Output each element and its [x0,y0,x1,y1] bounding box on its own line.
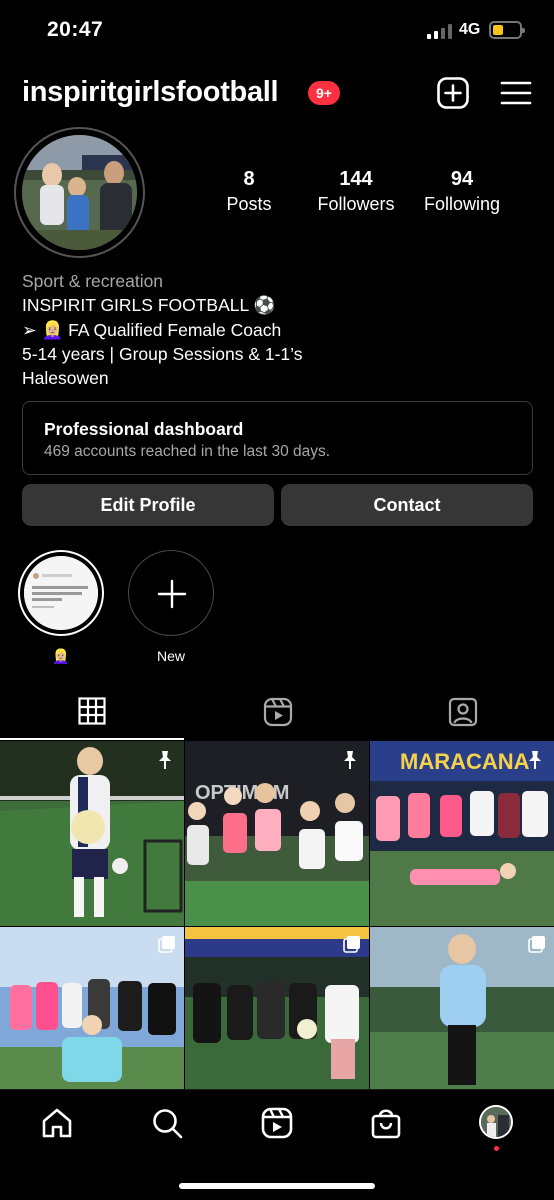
dashboard-title: Professional dashboard [44,419,244,439]
post-thumbnail[interactable] [0,741,184,926]
bio-location[interactable]: Halesowen [22,366,302,390]
shop-icon[interactable] [369,1106,403,1140]
post-thumbnail[interactable]: OPTIMUM [185,741,369,926]
profile-avatar-ring[interactable] [14,127,145,258]
posts-grid: OPTIMUM MARACANA [0,741,554,1089]
profile-tabs [0,688,554,740]
followers-label: Followers [317,194,395,214]
bio-line: 5-14 years | Group Sessions & 1-1’s [22,343,303,364]
reels-icon[interactable] [260,1106,294,1140]
highlight-label: 👱🏼‍♀️ [52,648,70,664]
post-thumbnail[interactable] [0,927,184,1112]
plus-icon [157,579,187,609]
posts-count: 8 [243,168,255,190]
bio-line: ➢ 👱🏼‍♀️ FA Qualified Female Coach [22,319,282,340]
posts-stat[interactable]: 8 Posts [224,168,274,215]
status-time: 20:47 [47,18,104,41]
multiple-images-icon [528,935,546,953]
pinned-icon [344,751,356,769]
grid-icon [78,697,106,725]
multiple-images-icon [158,935,176,953]
pinned-icon [159,751,171,769]
tagged-icon [448,697,478,727]
home-icon[interactable] [40,1106,74,1140]
contact-button[interactable]: Contact [281,484,533,526]
profile-bio: Sport & recreation INSPIRIT GIRLS FOOTBA… [22,269,302,390]
post-thumbnail[interactable] [370,927,554,1112]
username[interactable]: inspiritgirlsfootball [22,76,279,109]
professional-dashboard-card[interactable]: Professional dashboard 469 accounts reac… [22,401,533,475]
notification-badge[interactable]: 9+ [308,81,340,105]
followers-count: 144 [339,168,373,190]
activity-dot [494,1146,499,1151]
following-label: Following [423,194,501,214]
tagged-tab[interactable] [370,688,554,740]
post-thumbnail[interactable] [185,927,369,1112]
profile-avatar[interactable] [22,135,137,250]
bio-category: Sport & recreation [22,271,164,291]
highlight-ring[interactable] [18,550,104,636]
bio-line: INSPIRIT GIRLS FOOTBALL ⚽ [22,295,276,316]
network-type: 4G [459,21,481,38]
new-highlight-ring[interactable] [128,550,214,636]
signal-icon [427,24,453,39]
following-count: 94 [450,168,474,190]
pinned-icon [529,751,541,769]
edit-profile-button[interactable]: Edit Profile [22,484,274,526]
home-indicator[interactable] [179,1183,375,1189]
profile-avatar-nav[interactable] [479,1105,513,1139]
multiple-images-icon [343,935,361,953]
create-post-icon[interactable] [436,76,470,110]
battery-icon [489,21,525,39]
svg-text:OPTIMUM: OPTIMUM [195,782,289,804]
following-stat[interactable]: 94 Following [419,168,505,215]
posts-label: Posts [226,194,272,214]
svg-text:MARACANA: MARACANA [400,749,530,774]
story-highlight[interactable]: 👱🏼‍♀️ [18,550,104,665]
reels-tab[interactable] [185,688,369,740]
search-icon[interactable] [150,1106,184,1140]
status-bar: 20:47 4G [0,0,554,60]
highlight-cover [24,556,98,630]
post-thumbnail[interactable]: MARACANA [370,741,554,926]
new-highlight-label: New [156,648,185,664]
menu-icon[interactable] [499,76,533,110]
followers-stat[interactable]: 144 Followers [313,168,399,215]
new-highlight[interactable]: New [128,550,214,664]
profile-header: inspiritgirlsfootball 9+ [0,70,554,118]
reels-icon [263,697,293,727]
dashboard-subtitle: 469 accounts reached in the last 30 days… [44,443,331,460]
grid-tab[interactable] [0,688,184,740]
